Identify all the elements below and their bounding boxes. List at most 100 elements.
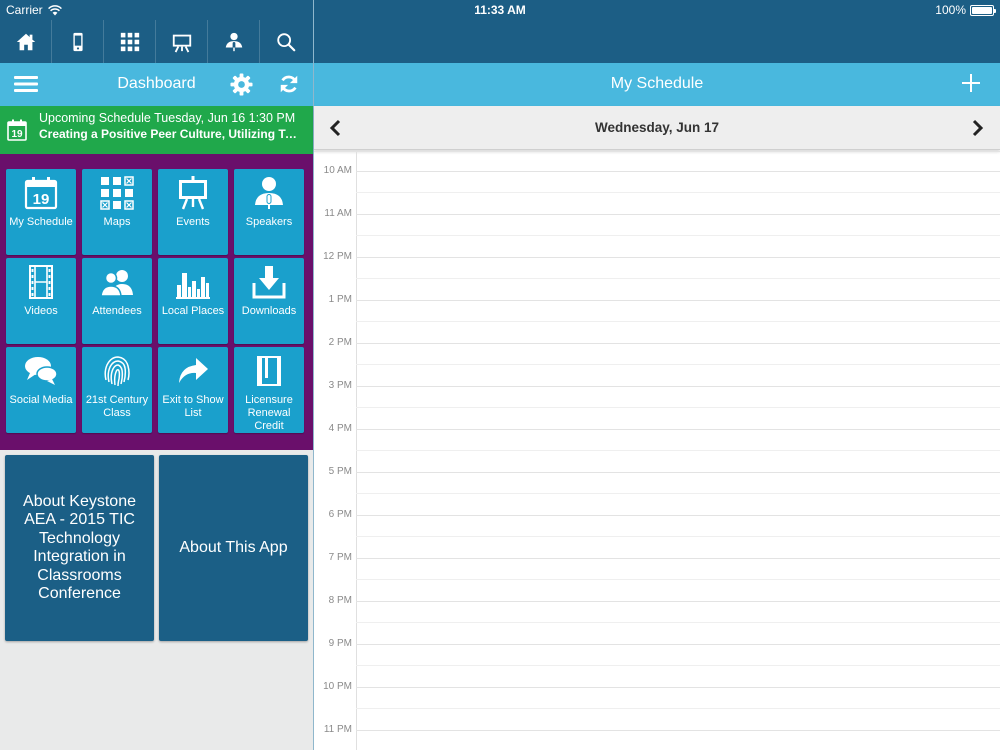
tile-label: My Schedule <box>9 216 73 228</box>
half-hour-line <box>356 579 1000 580</box>
tile-downloads[interactable]: Downloads <box>234 258 304 344</box>
nav-speakers-button[interactable] <box>208 20 260 63</box>
hour-line <box>356 687 1000 688</box>
tile-21st-century-class[interactable]: 21st Century Class <box>82 347 152 433</box>
hour-label: 6 PM <box>328 509 352 520</box>
nav-events-button[interactable] <box>156 20 208 63</box>
hour-line <box>356 558 1000 559</box>
book-icon <box>257 356 281 386</box>
chevron-right-icon[interactable] <box>971 119 985 137</box>
dashboard-header: Dashboard <box>0 63 313 106</box>
half-hour-line <box>356 493 1000 494</box>
hour-label: 3 PM <box>328 380 352 391</box>
tile-label: Downloads <box>241 305 297 317</box>
nav-device-button[interactable] <box>52 20 104 63</box>
add-icon[interactable] <box>960 72 982 94</box>
tile-label: Maps <box>103 216 131 228</box>
nav-home-button[interactable] <box>0 20 52 63</box>
upcoming-schedule-time: Upcoming Schedule Tuesday, Jun 16 1:30 P… <box>39 111 296 125</box>
hour-label: 7 PM <box>328 552 352 563</box>
about-app-label: About This App <box>179 538 288 556</box>
hour-line <box>356 644 1000 645</box>
hour-line <box>356 300 1000 301</box>
hour-label: 10 AM <box>323 165 352 176</box>
tile-videos[interactable]: Videos <box>6 258 76 344</box>
refresh-icon[interactable] <box>278 73 300 95</box>
hour-line <box>356 730 1000 731</box>
hour-label: 1 PM <box>328 294 352 305</box>
about-conference-label: About Keystone AEA - 2015 TIC Technology… <box>23 492 136 603</box>
nav-icon-bar <box>0 20 313 63</box>
schedule-header: My Schedule <box>314 63 1000 106</box>
half-hour-line <box>356 665 1000 666</box>
calendar-icon: 19 <box>24 177 58 210</box>
tile-attendees[interactable]: Attendees <box>82 258 152 344</box>
upcoming-session-title: Creating a Positive Peer Culture, Utiliz… <box>39 127 299 141</box>
nav-search-button[interactable] <box>260 20 312 63</box>
speaker-icon <box>255 177 283 209</box>
chat-bubbles-icon <box>25 357 58 385</box>
nav-maps-button[interactable] <box>104 20 156 63</box>
search-icon <box>277 32 296 51</box>
easel-icon <box>172 34 191 52</box>
film-icon <box>29 265 53 299</box>
tile-label: Attendees <box>92 305 142 317</box>
tile-my-schedule[interactable]: 19 My Schedule <box>6 169 76 255</box>
download-icon <box>252 266 286 299</box>
hour-label: 10 PM <box>323 681 352 692</box>
tile-speakers[interactable]: Speakers <box>234 169 304 255</box>
tile-local-places[interactable]: Local Places <box>158 258 228 344</box>
half-hour-line <box>356 235 1000 236</box>
tile-licensure-renewal-credit[interactable]: Licensure Renewal Credit <box>234 347 304 433</box>
hour-label: 9 PM <box>328 638 352 649</box>
about-conference-button[interactable]: About Keystone AEA - 2015 TIC Technology… <box>5 455 154 641</box>
grid-map-icon <box>100 176 134 210</box>
battery-indicator: 100% <box>935 3 996 17</box>
hour-label: 5 PM <box>328 466 352 477</box>
schedule-time-grid[interactable]: 10 AM 11 AM 12 PM 1 PM 2 PM 3 PM 4 PM 5 PM 6 PM 7… <box>314 151 1000 750</box>
date-navigation-bar: Wednesday, Jun 17 <box>314 106 1000 150</box>
dashboard-title: Dashboard <box>117 75 196 92</box>
half-hour-line <box>356 192 1000 193</box>
hour-label: 4 PM <box>328 423 352 434</box>
speaker-icon <box>225 32 242 51</box>
left-panel: Dashboard 19 Upcoming Schedule Tuesday, … <box>0 0 313 750</box>
easel-icon <box>179 176 207 210</box>
tile-label: 21st Century Class <box>85 394 149 419</box>
hour-line <box>356 386 1000 387</box>
about-app-button[interactable]: About This App <box>159 455 308 641</box>
gear-icon[interactable] <box>230 73 253 96</box>
hour-line <box>356 515 1000 516</box>
half-hour-line <box>356 536 1000 537</box>
svg-text:19: 19 <box>33 191 50 208</box>
city-icon <box>176 273 210 299</box>
battery-level <box>972 6 992 14</box>
hour-label: 2 PM <box>328 337 352 348</box>
grid-icon <box>120 32 139 51</box>
tile-maps[interactable]: Maps <box>82 169 152 255</box>
tile-social-media[interactable]: Social Media <box>6 347 76 433</box>
tile-label: Licensure Renewal Credit <box>245 394 293 432</box>
hour-line <box>356 214 1000 215</box>
tile-label: Social Media <box>9 394 73 406</box>
upcoming-schedule-banner[interactable]: 19 Upcoming Schedule Tuesday, Jun 16 1:3… <box>0 106 313 154</box>
hour-label: 11 AM <box>324 208 352 219</box>
hour-line <box>356 429 1000 430</box>
home-icon <box>16 33 35 50</box>
tile-label: Speakers <box>245 216 293 228</box>
tile-label: Events <box>176 216 210 228</box>
hour-line <box>356 601 1000 602</box>
half-hour-line <box>356 278 1000 279</box>
hour-label: 11 PM <box>323 724 352 735</box>
tile-events[interactable]: Events <box>158 169 228 255</box>
hour-label: 12 PM <box>323 251 352 262</box>
half-hour-line <box>356 407 1000 408</box>
status-time: 11:33 AM <box>474 3 526 17</box>
battery-icon <box>970 4 996 16</box>
tile-label: Local Places <box>161 305 225 317</box>
schedule-date: Wednesday, Jun 17 <box>594 120 720 135</box>
half-hour-line <box>356 364 1000 365</box>
half-hour-line <box>356 708 1000 709</box>
hour-line <box>356 257 1000 258</box>
tile-exit-to-show-list[interactable]: Exit to Show List <box>158 347 228 433</box>
